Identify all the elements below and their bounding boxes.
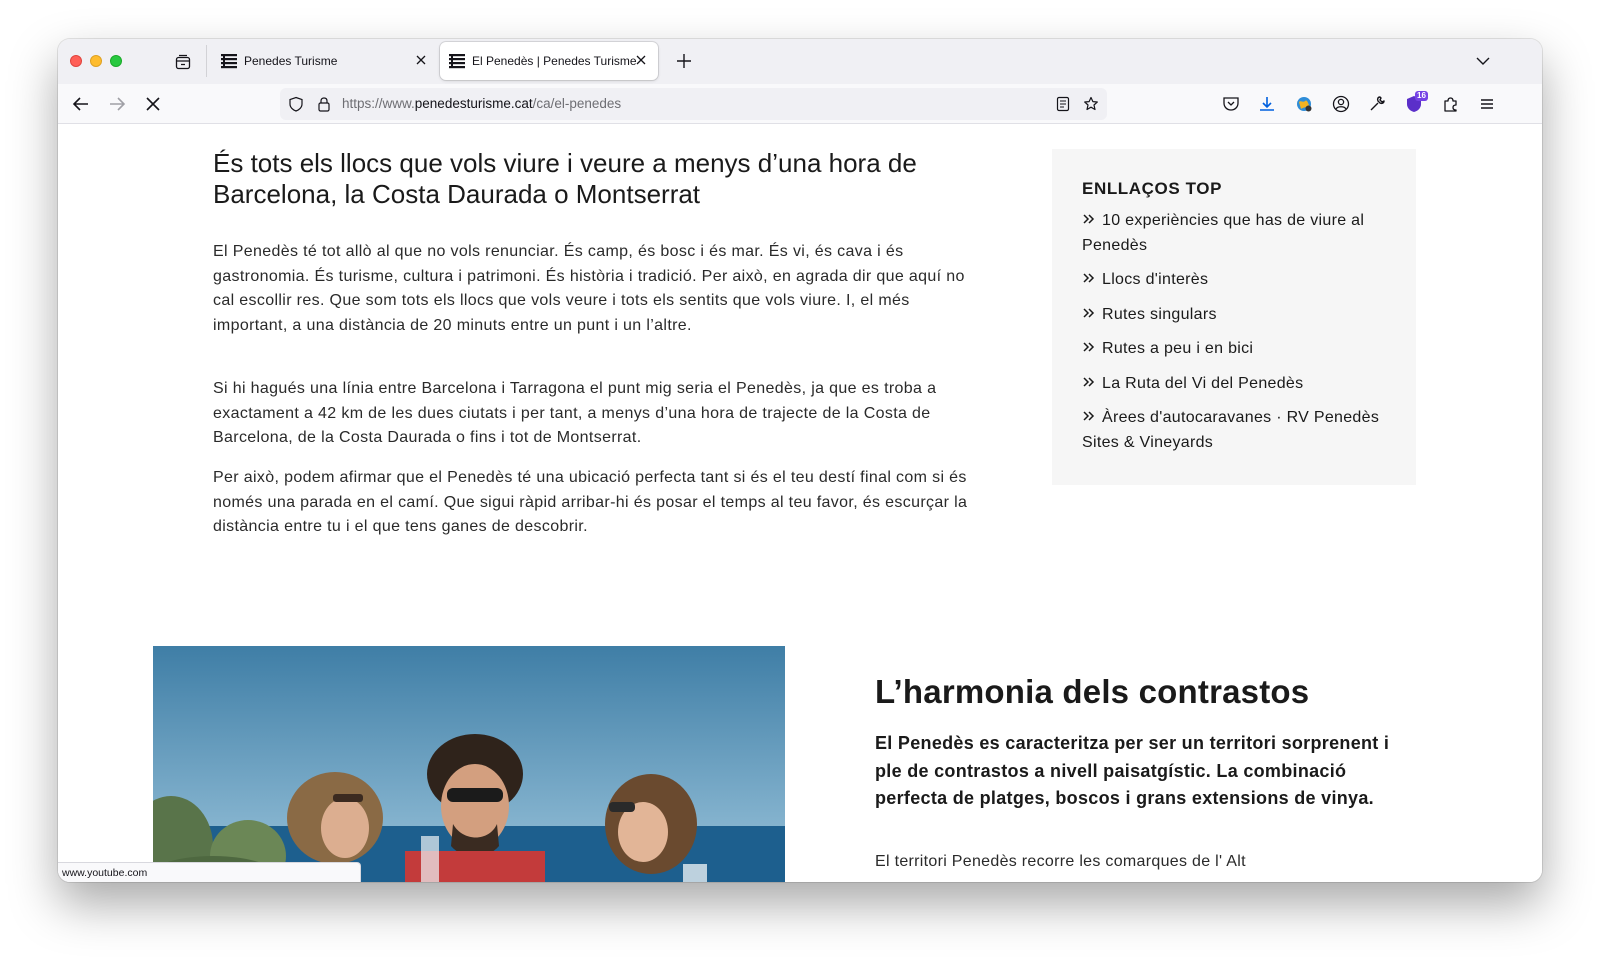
- sidebar-link-label: La Ruta del Vi del Penedès: [1102, 374, 1304, 392]
- forward-arrow-icon[interactable]: [106, 93, 128, 115]
- back-arrow-icon[interactable]: [70, 93, 92, 115]
- new-tab-icon[interactable]: [674, 51, 694, 71]
- double-chevron-right-icon: [1083, 411, 1095, 421]
- developer-tools-wrench-icon[interactable]: [1367, 94, 1387, 114]
- sidebar-link-experiences[interactable]: 10 experiències que has de viure al Pene…: [1082, 209, 1402, 258]
- bookmark-star-icon[interactable]: [1083, 96, 1099, 112]
- stop-loading-icon[interactable]: [142, 93, 164, 115]
- list-all-tabs-icon[interactable]: [1474, 52, 1492, 70]
- double-chevron-right-icon: [1083, 214, 1095, 224]
- article-paragraph: El Penedès té tot allò al que no vols re…: [213, 243, 965, 334]
- tab-penedes-turisme[interactable]: Penedes Turisme: [220, 42, 438, 80]
- close-tab-icon[interactable]: [414, 53, 428, 67]
- site-favicon-icon: [449, 54, 465, 69]
- address-bar[interactable]: https://www.penedesturisme.cat/ca/el-pen…: [280, 88, 1107, 120]
- status-url-bar: www.youtube.com: [58, 862, 361, 882]
- top-links-sidebar: ENLLAÇOS TOP 10 experiències que has de …: [1052, 149, 1416, 485]
- site-favicon-icon: [221, 54, 237, 69]
- browser-window: Penedes Turisme El Penedès | Penedes Tur…: [58, 39, 1542, 882]
- friends-toasting-photo: [153, 646, 785, 882]
- url-prefix: https://www.: [342, 96, 415, 111]
- section-lead: El Penedès es caracteritza per ser un te…: [875, 733, 1390, 808]
- page-content: És tots els llocs que vols viure i veure…: [58, 124, 1542, 882]
- window-close-button[interactable]: [70, 55, 82, 67]
- navigation-toolbar: https://www.penedesturisme.cat/ca/el-pen…: [58, 84, 1542, 124]
- tab-separator: [206, 45, 207, 77]
- double-chevron-right-icon: [1083, 342, 1095, 352]
- sidebar-link-label: Rutes singulars: [1102, 305, 1217, 323]
- sidebar-link-wine-route[interactable]: La Ruta del Vi del Penedès: [1082, 372, 1402, 397]
- extension-badge: 16: [1415, 91, 1428, 101]
- sidebar-link-label: Àrees d'autocaravanes · RV Penedès Sites…: [1082, 409, 1380, 451]
- downloads-icon[interactable]: [1257, 94, 1277, 114]
- sidebar-link-walking-cycling[interactable]: Rutes a peu i en bici: [1082, 337, 1402, 362]
- sidebar-link-label: 10 experiències que has de viure al Pene…: [1082, 212, 1365, 254]
- double-chevron-right-icon: [1083, 307, 1095, 318]
- double-chevron-right-icon: [1083, 376, 1095, 387]
- article-paragraph: Si hi hagués una línia entre Barcelona i…: [213, 380, 937, 446]
- sidebar-link-label: Llocs d'interès: [1102, 271, 1209, 288]
- url-domain: penedesturisme.cat: [414, 96, 533, 111]
- article-heading: És tots els llocs que vols viure i veure…: [213, 148, 917, 209]
- tab-strip: Penedes Turisme El Penedès | Penedes Tur…: [58, 39, 1542, 84]
- sidebar-title: ENLLAÇOS TOP: [1082, 179, 1223, 198]
- extensions-puzzle-icon[interactable]: [1441, 94, 1461, 114]
- window-maximize-button[interactable]: [110, 55, 122, 67]
- hamburger-menu-icon[interactable]: [1477, 94, 1497, 114]
- tracking-protection-shield-icon[interactable]: [288, 96, 304, 112]
- reader-view-icon[interactable]: [1055, 96, 1071, 112]
- tab-label: El Penedès | Penedes Turisme: [472, 54, 637, 68]
- sidebar-link-places[interactable]: Llocs d'interès: [1082, 268, 1402, 293]
- double-chevron-right-icon: [1083, 273, 1095, 283]
- article-paragraph: Per això, podem afirmar que el Penedès t…: [213, 469, 968, 535]
- firefox-view-button[interactable]: [172, 51, 194, 73]
- extension-shield-button[interactable]: 16: [1404, 91, 1428, 114]
- photo-illustration: [153, 646, 785, 882]
- pocket-icon[interactable]: [1221, 94, 1241, 114]
- firefox-view-icon: [175, 54, 191, 70]
- section-body: El territori Penedès recorre les comarqu…: [875, 853, 1246, 870]
- tab-label: Penedes Turisme: [244, 54, 338, 68]
- lock-icon[interactable]: [316, 96, 332, 112]
- sidebar-link-rv-areas[interactable]: Àrees d'autocaravanes · RV Penedès Sites…: [1082, 406, 1402, 455]
- url-path: /ca/el-penedes: [532, 96, 622, 111]
- window-minimize-button[interactable]: [90, 55, 102, 67]
- account-icon[interactable]: [1331, 94, 1351, 114]
- section-heading: L’harmonia dels contrastos: [875, 673, 1310, 710]
- url-text[interactable]: https://www.penedesturisme.cat/ca/el-pen…: [342, 96, 621, 111]
- sidebar-link-routes[interactable]: Rutes singulars: [1082, 303, 1402, 328]
- extension-globe-icon[interactable]: [1294, 94, 1314, 114]
- sidebar-links: 10 experiències que has de viure al Pene…: [1082, 209, 1402, 465]
- tab-el-penedes[interactable]: El Penedès | Penedes Turisme: [440, 42, 658, 80]
- close-tab-icon[interactable]: [634, 53, 648, 67]
- sidebar-link-label: Rutes a peu i en bici: [1102, 340, 1254, 357]
